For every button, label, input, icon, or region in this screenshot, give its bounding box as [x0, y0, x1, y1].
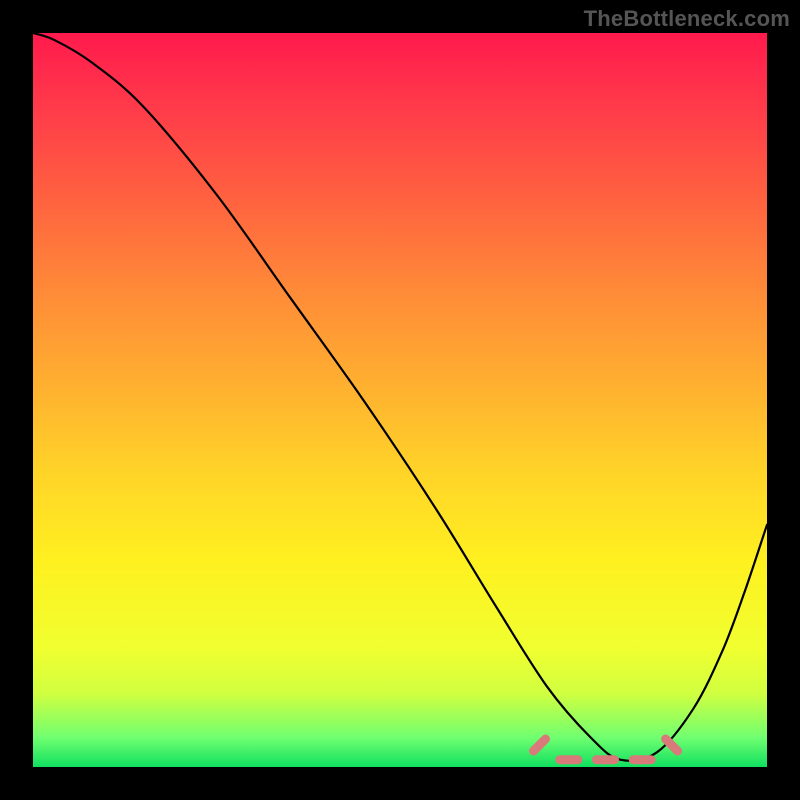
flat-region-markers — [534, 739, 678, 760]
curve-path — [33, 33, 767, 761]
bottleneck-curve — [33, 33, 767, 767]
attribution-label: TheBottleneck.com — [584, 6, 790, 32]
plot-area — [33, 33, 767, 767]
chart-container: TheBottleneck.com — [0, 0, 800, 800]
